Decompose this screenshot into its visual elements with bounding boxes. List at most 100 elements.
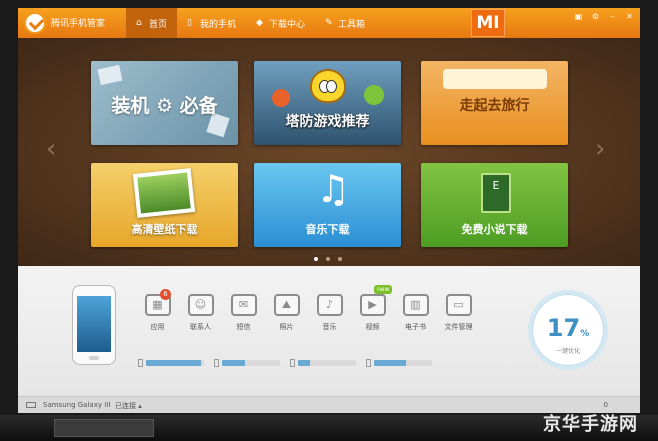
tile-label: 塔防游戏推荐 [285, 114, 370, 130]
phone-storage-icon [290, 359, 295, 367]
battery-icon [138, 359, 143, 367]
memory-icon [214, 359, 219, 367]
count-badge: 6 [160, 289, 171, 300]
vegetable-icon [364, 85, 384, 105]
tile-novels[interactable]: E 免费小说下载 [421, 163, 568, 247]
tile-label: 音乐下载 [305, 223, 350, 236]
nav-toolbox-label: 工具箱 [338, 19, 366, 30]
sms-icon: ✉ [230, 294, 257, 316]
storage-bar [298, 360, 356, 366]
storage-item [214, 359, 280, 367]
contacts-icon: ☺ [187, 294, 214, 316]
tile-tower-defense[interactable]: 塔防游戏推荐 [254, 61, 401, 145]
taskbar-button[interactable] [54, 419, 154, 437]
func-file-manager[interactable]: ▭ 文件管理 [437, 294, 480, 332]
optimize-unit: % [580, 329, 590, 339]
nav-home[interactable]: ⌂ 首页 [126, 8, 178, 38]
window-controls: ▣ ⚙ – ✕ [574, 12, 634, 21]
banner-area: ‹ › 装机 ⚙ 必备 塔防游戏推荐 走起去旅行 高清壁纸下载 ♫ 音乐下载 E… [18, 38, 640, 266]
nav-my-phone-label: 我的手机 [200, 19, 237, 30]
func-music[interactable]: ♪ 音乐 [308, 294, 351, 332]
tomato-icon [272, 89, 290, 107]
ebook-icon: ▥ [402, 294, 429, 316]
tile-label: 高清壁纸下载 [131, 223, 198, 236]
storage-item [366, 359, 432, 367]
tile-wallpaper[interactable]: 高清壁纸下载 [91, 163, 238, 247]
wrench-icon: ✎ [325, 17, 333, 28]
title-bar: 腾讯手机管家 ⌂ 首页 ▯ 我的手机 ◆ 下载中心 ✎ 工具箱 MI ▣ ⚙ – [18, 8, 640, 38]
photo-frame-icon [132, 168, 196, 218]
nav-my-phone[interactable]: ▯ 我的手机 [177, 8, 246, 38]
storage-item [290, 359, 356, 367]
download-icon: ◆ [256, 17, 263, 28]
nav-toolbox[interactable]: ✎ 工具箱 [315, 8, 375, 38]
feedback-icon[interactable]: ▣ [574, 12, 583, 21]
device-panel: ▦ 6 应用 ☺ 联系人 ✉ 短信 ⛰ 照片 ♪ 音乐 ▶ new 视频 ▥ 电… [18, 266, 640, 396]
device-name: Samsung Galaxy III [43, 401, 111, 409]
mi-brand-logo: MI [471, 9, 505, 37]
home-icon: ⌂ [136, 17, 142, 28]
func-label: 文件管理 [444, 323, 473, 331]
phone-icon: ▯ [187, 17, 192, 28]
tile-travel[interactable]: 走起去旅行 [421, 61, 568, 145]
status-right: 0 [603, 401, 608, 409]
quick-functions: ▦ 6 应用 ☺ 联系人 ✉ 短信 ⛰ 照片 ♪ 音乐 ▶ new 视频 ▥ 电… [136, 285, 480, 332]
music-note-icon: ♫ [316, 167, 351, 211]
tile-essential-apps[interactable]: 装机 ⚙ 必备 [91, 61, 238, 145]
storage-bar [222, 360, 280, 366]
carousel-dot[interactable] [326, 257, 330, 261]
connection-status[interactable]: 已连接 ▴ [115, 401, 142, 411]
storage-bar-fill [222, 360, 246, 366]
book-icon: E [481, 173, 511, 213]
watermark-text: 京华手游网 [543, 414, 638, 435]
nav-download-center[interactable]: ◆ 下载中心 [246, 8, 315, 38]
optimize-score: 17% [532, 314, 604, 342]
music-icon: ♪ [316, 294, 343, 316]
func-label: 视频 [365, 323, 380, 331]
storage-bar-fill [146, 360, 202, 366]
func-label: 照片 [279, 323, 294, 331]
func-sms[interactable]: ✉ 短信 [222, 294, 265, 332]
phone-image [72, 285, 116, 365]
func-label: 联系人 [190, 323, 211, 331]
app-title: 腾讯手机管家 [51, 19, 106, 29]
chevron-right-icon[interactable]: › [595, 134, 605, 164]
new-badge: new [374, 285, 393, 294]
close-icon[interactable]: ✕ [625, 12, 634, 21]
van-window-decoration [443, 69, 547, 89]
video-icon: ▶ [359, 294, 386, 316]
phone-home-button [89, 356, 99, 360]
chevron-left-icon[interactable]: ‹ [46, 134, 56, 164]
func-contacts[interactable]: ☺ 联系人 [179, 294, 222, 332]
storage-bar-fill [298, 360, 310, 366]
carousel-dot[interactable] [338, 257, 342, 261]
chick-character-icon [310, 69, 346, 103]
tile-label: 免费小说下载 [461, 223, 528, 236]
func-photos[interactable]: ⛰ 照片 [265, 294, 308, 332]
settings-icon[interactable]: ⚙ [591, 12, 600, 21]
func-label: 电子书 [405, 323, 426, 331]
phone-screen [77, 296, 111, 352]
one-click-optimize-button[interactable]: 17% 一键优化 [528, 290, 608, 370]
app-logo-icon [24, 12, 46, 34]
tile-label: 走起去旅行 [459, 98, 530, 114]
optimize-value: 17 [546, 314, 581, 342]
minimize-icon[interactable]: – [608, 12, 617, 21]
carousel-dot[interactable] [314, 257, 318, 261]
main-nav: ⌂ 首页 ▯ 我的手机 ◆ 下载中心 ✎ 工具箱 [126, 8, 375, 38]
func-apps[interactable]: ▦ 6 应用 [136, 289, 179, 332]
device-icon [26, 402, 36, 408]
func-video[interactable]: ▶ new 视频 [351, 285, 394, 332]
storage-bar-fill [374, 360, 406, 366]
tile-music[interactable]: ♫ 音乐下载 [254, 163, 401, 247]
app-window: 腾讯手机管家 ⌂ 首页 ▯ 我的手机 ◆ 下载中心 ✎ 工具箱 MI ▣ ⚙ – [18, 8, 640, 413]
storage-bar [374, 360, 432, 366]
photos-icon: ⛰ [273, 294, 300, 316]
paper-decoration [97, 64, 123, 86]
storage-bar [146, 360, 204, 366]
storage-item [138, 359, 204, 367]
func-ebook[interactable]: ▥ 电子书 [394, 294, 437, 332]
optimize-label: 一键优化 [555, 348, 580, 355]
func-label: 应用 [150, 323, 165, 331]
func-label: 短信 [236, 323, 251, 331]
